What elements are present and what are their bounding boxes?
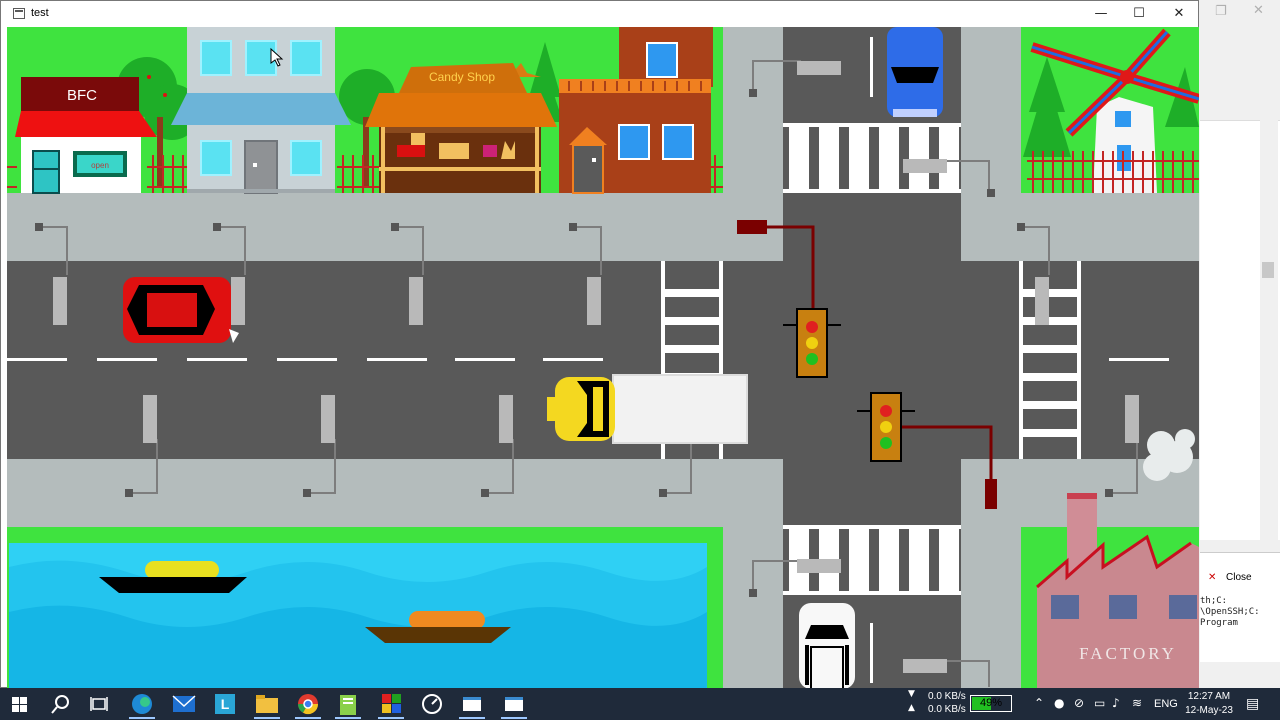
mail-app-button[interactable] [167, 691, 201, 719]
file-explorer-button[interactable] [250, 691, 284, 719]
volume-icon[interactable]: ♪ [1112, 696, 1120, 710]
l-app-button[interactable] [208, 691, 242, 719]
clock-time: 12:27 AM [1187, 691, 1231, 702]
battery-percent: 49% [979, 697, 1003, 709]
speedometer-app-button[interactable] [415, 691, 449, 719]
download-speed: 0.0 KB/s [928, 691, 966, 702]
battery-indicator[interactable]: 49% [970, 695, 1012, 712]
background-scrollbar-thumb[interactable] [1262, 262, 1274, 278]
background-terminal-text: th;C: \OpenSSH;C: Program [1200, 596, 1260, 629]
white-car [799, 603, 855, 689]
clock-date: 12-May-23 [1185, 705, 1233, 716]
clock[interactable]: 12:27 AM 12-May-23 [1183, 690, 1235, 718]
app-window-icon [13, 8, 25, 19]
office-building [171, 27, 351, 194]
app-window: test — ☐ ✕ BFC open Candy Shop FACTORY [0, 0, 1199, 689]
window-title: test [31, 7, 49, 19]
blue-car [887, 27, 943, 117]
download-arrow-icon: ▼ [908, 689, 915, 699]
terminal-line: th;C: [1200, 596, 1228, 606]
task-view-button[interactable] [82, 691, 116, 719]
wifi-icon[interactable]: ≋ [1132, 696, 1142, 710]
background-close-tab[interactable]: Close [1226, 572, 1252, 583]
upload-speed: 0.0 KB/s [928, 704, 966, 715]
network-speed-meter: 0.0 KB/s 0.0 KB/s [928, 690, 966, 716]
sidewalk-top-right [961, 193, 1199, 261]
background-scrollbar[interactable] [1260, 120, 1278, 540]
notification-icon[interactable]: ▤ [1246, 696, 1259, 712]
fence-right [1027, 151, 1199, 193]
codeblocks-button[interactable] [374, 691, 408, 719]
bfc-open-sign: open [91, 161, 109, 170]
camera-off-icon[interactable]: ⊘ [1074, 696, 1084, 710]
tab-close-x-icon[interactable]: ✕ [1208, 572, 1216, 583]
terminal-line: Program [1200, 618, 1238, 628]
window-app-2-button[interactable] [497, 691, 531, 719]
battery-tray-icon[interactable]: ▭ [1094, 696, 1105, 710]
close-button[interactable]: ✕ [1159, 1, 1199, 27]
candy-shop-sign: Candy Shop [429, 70, 495, 84]
notepad-plus-plus-button[interactable] [331, 691, 365, 719]
taskbar: L [0, 688, 1280, 720]
upload-arrow-icon: ▲ [908, 703, 915, 713]
start-button[interactable] [2, 691, 36, 719]
lake [7, 527, 723, 689]
background-close-button[interactable]: ✕ [1253, 3, 1264, 18]
window-app-1-button[interactable] [455, 691, 489, 719]
maximize-button[interactable]: ☐ [1119, 1, 1159, 27]
terminal-line: \OpenSSH;C: [1200, 607, 1260, 617]
bfc-sign: BFC [67, 87, 97, 104]
chrome-button[interactable] [291, 691, 325, 719]
microphone-icon[interactable]: ● [1054, 696, 1064, 710]
edge-browser-button[interactable] [125, 691, 159, 719]
search-button[interactable] [44, 691, 78, 719]
desktop: ❐ ✕ ✕ Close th;C: \OpenSSH;C: Program test… [0, 0, 1280, 720]
red-car [123, 277, 239, 343]
bfc-restaurant: BFC open [15, 77, 157, 194]
title-bar[interactable]: test — ☐ ✕ [1, 1, 1198, 27]
truck [547, 374, 748, 444]
background-maximize-button[interactable]: ❐ [1215, 4, 1227, 19]
minimize-button[interactable]: — [1081, 1, 1121, 27]
factory-sign: FACTORY [1079, 644, 1177, 663]
city-scene-canvas[interactable]: BFC open Candy Shop FACTORY [7, 27, 1199, 689]
language-indicator[interactable]: ENG [1154, 698, 1178, 710]
show-hidden-icons-chevron-icon[interactable]: ⌃ [1034, 696, 1044, 710]
